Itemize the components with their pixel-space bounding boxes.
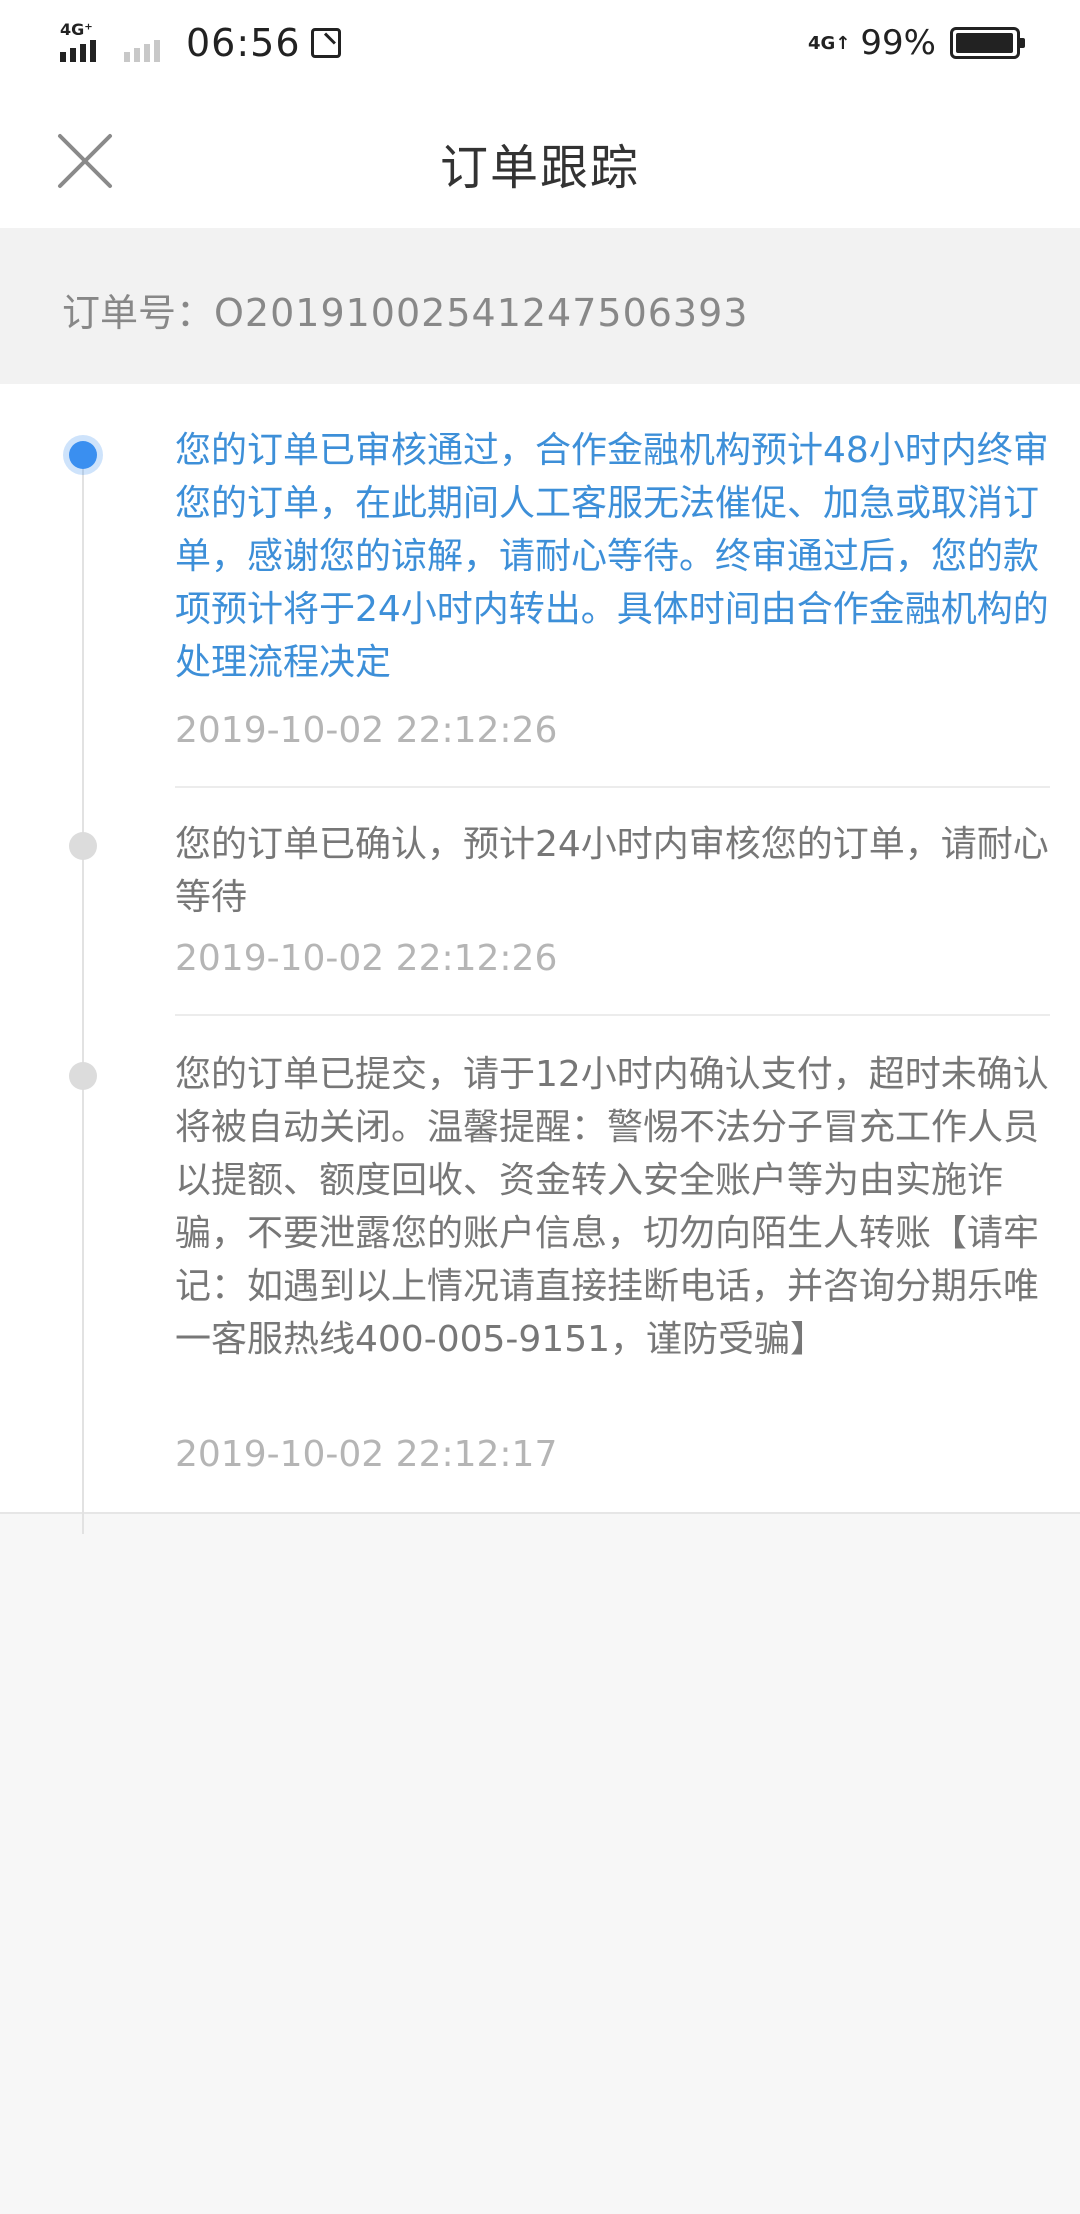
battery-icon [950,27,1025,59]
page-title: 订单跟踪 [439,140,640,196]
status-bar-left: 4G⁺ 06:56 [60,18,341,68]
network-type-label: 4G⁺ [60,20,93,39]
order-number-bar: 订单号：O20191002541247506393 [0,228,1080,384]
timeline-entry-time: 2019-10-02 22:12:26 [175,710,558,751]
status-time: 06:56 [186,21,301,65]
battery-fill [956,33,1014,53]
timeline-entry-text: 您的订单已审核通过，合作金融机构预计48小时内终审您的订单，在此期间人工客服无法… [175,430,1049,683]
timeline-divider [175,1014,1050,1016]
order-number-label: 订单号： [62,291,215,335]
order-timeline: 您的订单已审核通过，合作金融机构预计48小时内终审您的订单，在此期间人工客服无法… [0,384,1080,1534]
timeline-line [82,444,84,1534]
timeline-divider [175,786,1050,788]
order-number: 订单号：O20191002541247506393 [62,282,748,337]
data-network-label: 4G↑ [808,32,851,54]
status-bar-right: 4G↑ 99% [808,18,1025,68]
timeline-entry-text: 您的订单已提交，请于12小时内确认支付，超时未确认将被自动关闭。温馨提醒：警惕不… [175,1054,1049,1360]
cellular-signal-icon: 4G⁺ [60,20,120,66]
timeline-entry-time: 2019-10-02 22:12:17 [175,1434,558,1475]
screenshot-notification-icon [310,28,341,58]
timeline-dot [69,832,97,860]
timeline-dot [69,1062,97,1090]
battery-percent: 99% [860,23,936,63]
cellular-signal-2-icon [124,20,180,66]
timeline-dot-active [69,441,97,469]
timeline-entry-time: 2019-10-02 22:12:26 [175,938,558,979]
status-bar: 4G⁺ 06:56 4G↑ 99% [0,0,1080,88]
nav-bar: 订单跟踪 [0,88,1080,228]
timeline-entry-text: 您的订单已确认，预计24小时内审核您的订单，请耐心等待 [175,824,1049,918]
order-number-value: O20191002541247506393 [214,291,749,335]
